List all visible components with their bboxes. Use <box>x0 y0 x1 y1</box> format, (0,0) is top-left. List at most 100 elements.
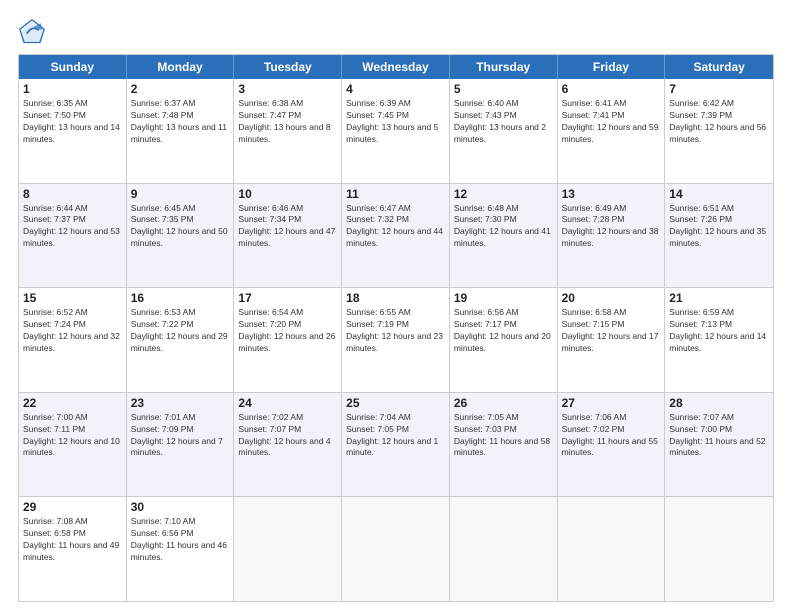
calendar-cell <box>665 497 773 601</box>
day-number: 10 <box>238 187 337 201</box>
cell-info: Sunrise: 7:05 AMSunset: 7:03 PMDaylight:… <box>454 412 553 460</box>
calendar-week: 29 Sunrise: 7:08 AMSunset: 6:58 PMDayligh… <box>19 496 773 601</box>
day-number: 8 <box>23 187 122 201</box>
day-number: 18 <box>346 291 445 305</box>
calendar-body: 1 Sunrise: 6:35 AMSunset: 7:50 PMDaylight… <box>19 79 773 601</box>
day-number: 6 <box>562 82 661 96</box>
day-number: 5 <box>454 82 553 96</box>
cell-info: Sunrise: 7:01 AMSunset: 7:09 PMDaylight:… <box>131 412 230 460</box>
cell-info: Sunrise: 6:40 AMSunset: 7:43 PMDaylight:… <box>454 98 553 146</box>
day-number: 7 <box>669 82 769 96</box>
calendar-cell: 16 Sunrise: 6:53 AMSunset: 7:22 PMDayligh… <box>127 288 235 392</box>
header-day: Sunday <box>19 55 127 79</box>
calendar-cell: 4Sunrise: 6:39 AMSunset: 7:45 PMDaylight… <box>342 79 450 183</box>
header <box>18 18 774 46</box>
day-number: 30 <box>131 500 230 514</box>
calendar-header: SundayMondayTuesdayWednesdayThursdayFrid… <box>19 55 773 79</box>
day-number: 28 <box>669 396 769 410</box>
cell-info: Sunrise: 6:41 AMSunset: 7:41 PMDaylight:… <box>562 98 661 146</box>
calendar-cell: 30 Sunrise: 7:10 AMSunset: 6:56 PMDayligh… <box>127 497 235 601</box>
calendar-cell: 21 Sunrise: 6:59 AMSunset: 7:13 PMDayligh… <box>665 288 773 392</box>
cell-info: Sunrise: 6:51 AMSunset: 7:26 PMDaylight:… <box>669 203 769 251</box>
calendar-cell: 3 Sunrise: 6:38 AMSunset: 7:47 PMDaylight… <box>234 79 342 183</box>
calendar-cell: 9 Sunrise: 6:45 AMSunset: 7:35 PMDaylight… <box>127 184 235 288</box>
cell-info: Sunrise: 6:55 AMSunset: 7:19 PMDaylight:… <box>346 307 445 355</box>
calendar-cell: 12 Sunrise: 6:48 AMSunset: 7:30 PMDayligh… <box>450 184 558 288</box>
cell-info: Sunrise: 6:58 AMSunset: 7:15 PMDaylight:… <box>562 307 661 355</box>
cell-info: Sunrise: 6:38 AMSunset: 7:47 PMDaylight:… <box>238 98 337 146</box>
cell-info: Sunrise: 6:46 AMSunset: 7:34 PMDaylight:… <box>238 203 337 251</box>
calendar-cell: 20Sunrise: 6:58 AMSunset: 7:15 PMDayligh… <box>558 288 666 392</box>
cell-info: Sunrise: 6:48 AMSunset: 7:30 PMDaylight:… <box>454 203 553 251</box>
cell-info: Sunrise: 7:08 AMSunset: 6:58 PMDaylight:… <box>23 516 122 564</box>
calendar-cell: 24 Sunrise: 7:02 AMSunset: 7:07 PMDayligh… <box>234 393 342 497</box>
logo-icon <box>18 18 46 46</box>
calendar-cell: 25 Sunrise: 7:04 AMSunset: 7:05 PMDayligh… <box>342 393 450 497</box>
day-number: 23 <box>131 396 230 410</box>
calendar-week: 15Sunrise: 6:52 AMSunset: 7:24 PMDayligh… <box>19 287 773 392</box>
calendar-cell: 22 Sunrise: 7:00 AMSunset: 7:11 PMDayligh… <box>19 393 127 497</box>
calendar-cell: 23 Sunrise: 7:01 AMSunset: 7:09 PMDayligh… <box>127 393 235 497</box>
header-day: Tuesday <box>234 55 342 79</box>
day-number: 24 <box>238 396 337 410</box>
page: SundayMondayTuesdayWednesdayThursdayFrid… <box>0 0 792 612</box>
header-day: Monday <box>127 55 235 79</box>
day-number: 25 <box>346 396 445 410</box>
cell-info: Sunrise: 6:45 AMSunset: 7:35 PMDaylight:… <box>131 203 230 251</box>
calendar-cell <box>342 497 450 601</box>
cell-info: Sunrise: 6:56 AMSunset: 7:17 PMDaylight:… <box>454 307 553 355</box>
cell-info: Sunrise: 6:53 AMSunset: 7:22 PMDaylight:… <box>131 307 230 355</box>
calendar-cell: 7Sunrise: 6:42 AMSunset: 7:39 PMDaylight… <box>665 79 773 183</box>
cell-info: Sunrise: 6:52 AMSunset: 7:24 PMDaylight:… <box>23 307 122 355</box>
day-number: 22 <box>23 396 122 410</box>
day-number: 9 <box>131 187 230 201</box>
cell-info: Sunrise: 7:02 AMSunset: 7:07 PMDaylight:… <box>238 412 337 460</box>
cell-info: Sunrise: 7:06 AMSunset: 7:02 PMDaylight:… <box>562 412 661 460</box>
calendar-cell: 8 Sunrise: 6:44 AMSunset: 7:37 PMDaylight… <box>19 184 127 288</box>
day-number: 12 <box>454 187 553 201</box>
cell-info: Sunrise: 7:07 AMSunset: 7:00 PMDaylight:… <box>669 412 769 460</box>
calendar-week: 8 Sunrise: 6:44 AMSunset: 7:37 PMDaylight… <box>19 183 773 288</box>
cell-info: Sunrise: 7:00 AMSunset: 7:11 PMDaylight:… <box>23 412 122 460</box>
calendar-cell: 11 Sunrise: 6:47 AMSunset: 7:32 PMDayligh… <box>342 184 450 288</box>
header-day: Saturday <box>665 55 773 79</box>
cell-info: Sunrise: 6:59 AMSunset: 7:13 PMDaylight:… <box>669 307 769 355</box>
day-number: 29 <box>23 500 122 514</box>
cell-info: Sunrise: 6:35 AMSunset: 7:50 PMDaylight:… <box>23 98 122 146</box>
calendar-cell: 26 Sunrise: 7:05 AMSunset: 7:03 PMDayligh… <box>450 393 558 497</box>
cell-info: Sunrise: 6:49 AMSunset: 7:28 PMDaylight:… <box>562 203 661 251</box>
cell-info: Sunrise: 6:37 AMSunset: 7:48 PMDaylight:… <box>131 98 230 146</box>
cell-info: Sunrise: 7:04 AMSunset: 7:05 PMDaylight:… <box>346 412 445 460</box>
calendar-cell <box>558 497 666 601</box>
calendar-cell: 6 Sunrise: 6:41 AMSunset: 7:41 PMDaylight… <box>558 79 666 183</box>
logo <box>18 18 50 46</box>
calendar-cell: 13 Sunrise: 6:49 AMSunset: 7:28 PMDayligh… <box>558 184 666 288</box>
calendar-cell: 29 Sunrise: 7:08 AMSunset: 6:58 PMDayligh… <box>19 497 127 601</box>
calendar-cell: 27Sunrise: 7:06 AMSunset: 7:02 PMDayligh… <box>558 393 666 497</box>
cell-info: Sunrise: 6:47 AMSunset: 7:32 PMDaylight:… <box>346 203 445 251</box>
calendar-week: 1 Sunrise: 6:35 AMSunset: 7:50 PMDaylight… <box>19 79 773 183</box>
calendar-cell: 18 Sunrise: 6:55 AMSunset: 7:19 PMDayligh… <box>342 288 450 392</box>
day-number: 2 <box>131 82 230 96</box>
calendar-cell: 15Sunrise: 6:52 AMSunset: 7:24 PMDayligh… <box>19 288 127 392</box>
cell-info: Sunrise: 6:44 AMSunset: 7:37 PMDaylight:… <box>23 203 122 251</box>
cell-info: Sunrise: 7:10 AMSunset: 6:56 PMDaylight:… <box>131 516 230 564</box>
calendar-cell <box>450 497 558 601</box>
calendar-cell: 17Sunrise: 6:54 AMSunset: 7:20 PMDayligh… <box>234 288 342 392</box>
calendar-cell: 5 Sunrise: 6:40 AMSunset: 7:43 PMDaylight… <box>450 79 558 183</box>
header-day: Friday <box>558 55 666 79</box>
day-number: 16 <box>131 291 230 305</box>
day-number: 11 <box>346 187 445 201</box>
calendar-cell: 1 Sunrise: 6:35 AMSunset: 7:50 PMDaylight… <box>19 79 127 183</box>
day-number: 13 <box>562 187 661 201</box>
calendar-cell: 19Sunrise: 6:56 AMSunset: 7:17 PMDayligh… <box>450 288 558 392</box>
day-number: 1 <box>23 82 122 96</box>
day-number: 21 <box>669 291 769 305</box>
day-number: 4 <box>346 82 445 96</box>
calendar-cell: 14 Sunrise: 6:51 AMSunset: 7:26 PMDayligh… <box>665 184 773 288</box>
header-day: Thursday <box>450 55 558 79</box>
day-number: 26 <box>454 396 553 410</box>
calendar: SundayMondayTuesdayWednesdayThursdayFrid… <box>18 54 774 602</box>
day-number: 14 <box>669 187 769 201</box>
day-number: 3 <box>238 82 337 96</box>
